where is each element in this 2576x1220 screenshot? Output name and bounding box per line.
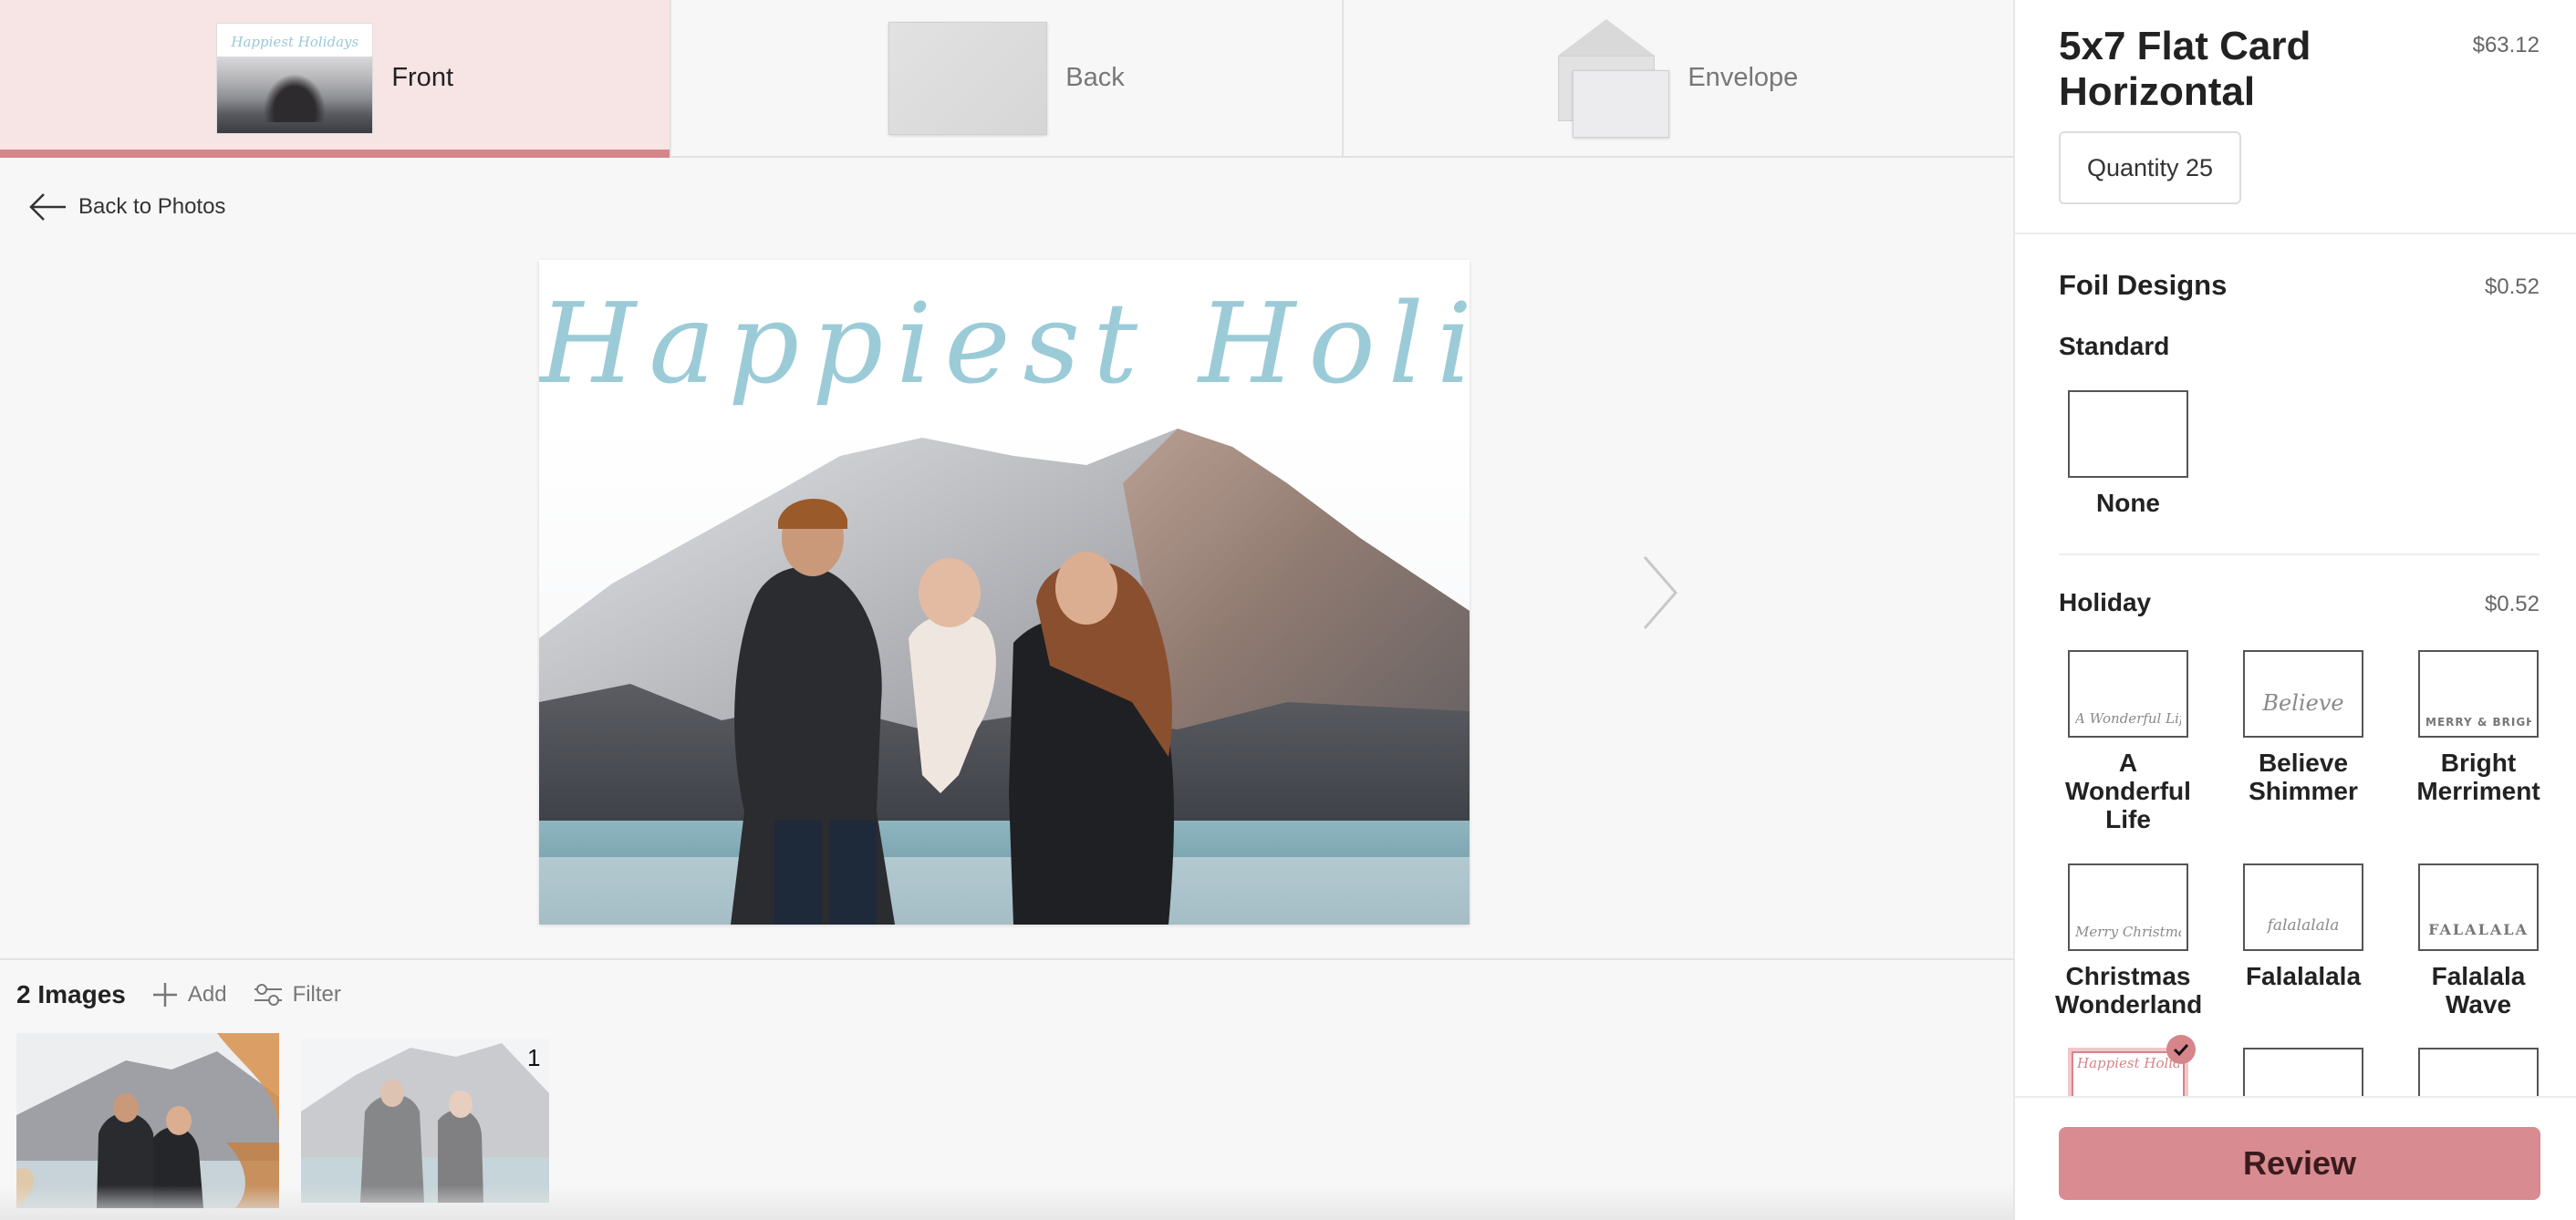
add-images-button[interactable]: Add [151,981,227,1008]
foil-swatch-text: MERRY & BRIGHT [2425,716,2531,729]
foil-designs-price: $0.52 [2484,274,2540,299]
card-title-script: Happiest Holidays [539,279,1470,408]
foil-swatch: falalalala [2243,863,2363,951]
foil-option-none-label: None [2096,489,2160,517]
foil-option-believe-shimmer[interactable]: Believe Believe Shimmer [2230,650,2376,805]
foil-option-label: Bright Merriment [2416,749,2540,805]
chevron-right-icon[interactable] [1637,552,1683,634]
foil-options-scroll[interactable]: Foil Designs $0.52 Standard None Holiday… [2015,234,2576,1096]
arrow-left-icon [29,193,66,221]
front-thumbnail-script: Happiest Holidays [231,33,359,50]
add-images-label: Add [187,982,227,1007]
checkmark-icon [2166,1035,2196,1064]
foil-option-label: A Wonderful Life [2065,749,2191,833]
editor-main: Happiest Holidays Front Back Envelope Ba… [0,0,2013,1220]
foil-option[interactable] [2405,1048,2551,1096]
tray-image-2-photo [301,1039,549,1203]
tray-fade-overlay [0,1185,2013,1220]
image-tray: 2 Images Add Filter 1 [0,958,2013,1220]
filter-button[interactable]: Filter [253,981,341,1008]
tray-image-1[interactable] [16,1033,279,1208]
tab-envelope-label: Envelope [1688,63,1799,92]
tab-front-label: Front [391,63,453,92]
tray-image-2[interactable] [301,1039,549,1203]
card-side-tabs: Happiest Holidays Front Back Envelope [0,0,2013,158]
image-count: 2 Images [16,980,126,1008]
section-divider [2059,553,2540,555]
foil-swatch: FALALALA [2418,863,2539,951]
back-thumbnail [888,21,1048,135]
foil-swatch-text: Believe [2262,690,2344,716]
image-usage-count: 1 [527,1044,541,1071]
foil-designs-title: Foil Designs [2059,269,2228,301]
plus-icon [152,983,177,1007]
tab-envelope[interactable]: Envelope [1343,0,2013,156]
foil-swatch: MERRY & BRIGHT [2418,650,2539,738]
filter-label: Filter [292,982,341,1007]
foil-option-happiest-holidays[interactable]: Happiest Holidays [2055,1035,2201,1096]
tab-front[interactable]: Happiest Holidays Front [0,0,672,158]
foil-option-label: Falalalala [2245,962,2362,990]
foil-option-none[interactable]: None [2055,390,2201,517]
foil-option-label: Christmas Wonderland [2055,962,2203,1018]
foil-option-bright-merriment[interactable]: MERRY & BRIGHT Bright Merriment [2405,650,2551,805]
foil-option-label: Falalala Wave [2431,962,2526,1018]
holiday-price: $0.52 [2484,592,2540,616]
foil-option-label: Believe Shimmer [2249,749,2358,805]
review-button[interactable]: Review [2059,1127,2540,1200]
filter-sliders-icon [254,984,282,1006]
back-to-photos-label: Back to Photos [78,194,226,219]
product-name: 5x7 Flat Card Horizontal [2059,24,2311,114]
card-photo[interactable] [539,429,1470,925]
tab-back-label: Back [1065,63,1125,92]
front-thumbnail: Happiest Holidays [216,22,374,134]
foil-swatch-text: falalalala [2267,916,2340,935]
standard-label: Standard [2059,332,2170,360]
foil-swatch [2418,1048,2539,1096]
back-to-photos-link[interactable]: Back to Photos [27,191,225,222]
foil-swatch-text: A Wonderful Life [2075,710,2181,727]
foil-option[interactable] [2230,1048,2376,1096]
holiday-label: Holiday [2059,588,2152,616]
foil-swatch [2243,1048,2363,1096]
foil-swatch-none [2068,390,2188,478]
tray-image-1-photo [16,1033,279,1208]
foil-swatch-text: FALALALA [2428,921,2529,938]
image-tray-toolbar: 2 Images Add Filter [16,980,341,1009]
envelope-thumbnail [1558,18,1670,138]
foil-option-a-wonderful-life[interactable]: A Wonderful Life A Wonderful Life [2055,650,2201,833]
quantity-button[interactable]: Quantity 25 [2059,131,2241,204]
front-thumbnail-photo [217,56,373,133]
foil-swatch: Merry Christmas [2068,863,2188,951]
foil-option-christmas-wonderland[interactable]: Merry Christmas Christmas Wonderland [2055,863,2203,1018]
foil-swatch: Believe [2243,650,2363,738]
foil-swatch: A Wonderful Life [2068,650,2188,738]
options-panel: 5x7 Flat Card Horizontal $63.12 Quantity… [2013,0,2576,1220]
foil-option-falalala-wave[interactable]: FALALALA Falalala Wave [2405,863,2551,1018]
card-preview[interactable]: Happiest Holidays [539,260,1470,925]
foil-swatch-text: Happiest Holidays [2077,1055,2179,1071]
foil-swatch-text: Merry Christmas [2075,924,2181,940]
product-price: $63.12 [2472,33,2540,57]
review-footer: Review [2015,1096,2576,1220]
foil-option-falalalala[interactable]: falalalala Falalalala [2230,863,2376,990]
tab-back[interactable]: Back [671,0,1344,156]
